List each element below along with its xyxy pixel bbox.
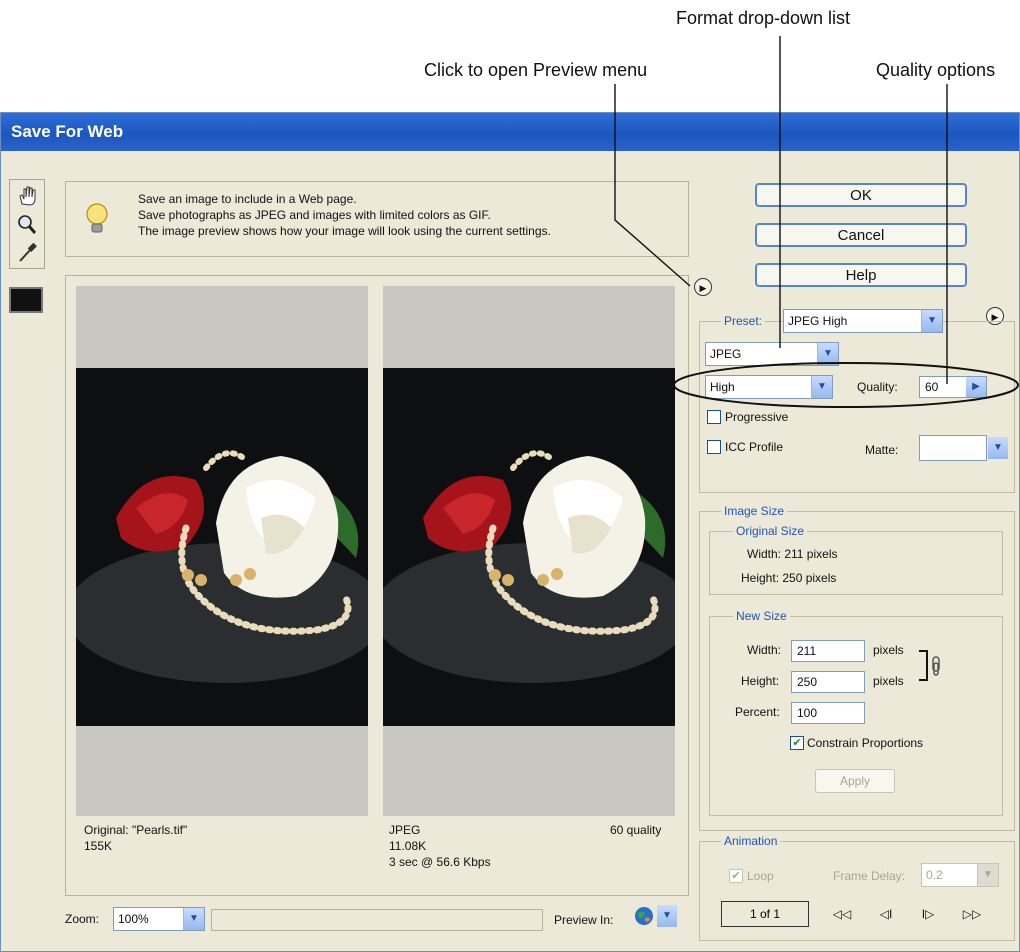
eyedropper-color-swatch[interactable] bbox=[9, 287, 43, 313]
new-size-title: New Size bbox=[733, 609, 790, 623]
quality-slider-arrow-icon[interactable]: ▶ bbox=[966, 377, 986, 397]
original-filename: Original: "Pearls.tif" bbox=[84, 823, 188, 837]
optimized-format: JPEG bbox=[389, 823, 421, 837]
compression-quality-select[interactable]: High ▼ bbox=[705, 375, 833, 399]
format-select[interactable]: JPEG ▼ bbox=[705, 342, 839, 366]
percent-input[interactable]: 100 bbox=[791, 702, 865, 724]
tip-line: Save an image to include in a Web page. bbox=[138, 192, 357, 206]
window-title: Save For Web bbox=[1, 113, 1019, 151]
original-filesize: 155K bbox=[84, 839, 113, 853]
zoom-label: Zoom: bbox=[65, 912, 100, 926]
loop-label: Loop bbox=[747, 869, 774, 883]
optimized-preview-pane[interactable] bbox=[383, 286, 675, 816]
frame-counter: 1 of 1 bbox=[721, 901, 809, 927]
tip-text: Save an image to include in a Web page. … bbox=[138, 191, 551, 239]
loop-checkbox[interactable]: ✔ bbox=[729, 869, 743, 883]
chevron-down-icon: ▼ bbox=[817, 343, 838, 365]
quality-label: Quality: bbox=[857, 380, 898, 394]
constrain-proportions-label: Constrain Proportions bbox=[807, 736, 924, 750]
preset-select[interactable]: JPEG High ▼ bbox=[783, 309, 943, 333]
preview-in-label: Preview In: bbox=[554, 913, 614, 927]
original-height: Height: 250 pixels bbox=[741, 571, 837, 585]
cancel-button[interactable]: Cancel bbox=[755, 223, 967, 247]
chevron-down-icon: ▼ bbox=[811, 376, 832, 398]
callout-quality-options: Quality options bbox=[876, 60, 996, 80]
percent-label: Percent: bbox=[735, 705, 780, 719]
height-input[interactable]: 250 bbox=[791, 671, 865, 693]
first-frame-button[interactable]: ◁◁ bbox=[827, 903, 857, 925]
previous-frame-button[interactable]: ◁I bbox=[871, 903, 901, 925]
last-frame-button[interactable]: ▷▷ bbox=[957, 903, 987, 925]
progressive-checkbox[interactable] bbox=[707, 410, 721, 424]
lightbulb-icon bbox=[84, 202, 110, 241]
matte-label: Matte: bbox=[865, 443, 899, 457]
optimized-info: JPEG 11.08K 3 sec @ 56.6 Kbps bbox=[389, 822, 491, 870]
tip-box: Save an image to include in a Web page. … bbox=[65, 181, 689, 257]
constrain-proportions-checkbox[interactable]: ✔ bbox=[790, 736, 804, 750]
chevron-down-icon: ▼ bbox=[977, 864, 998, 886]
tip-line: Save photographs as JPEG and images with… bbox=[138, 208, 491, 222]
quality-value: 60 bbox=[925, 380, 939, 394]
matte-select[interactable] bbox=[919, 435, 987, 461]
browser-globe-icon[interactable] bbox=[633, 905, 655, 927]
preset-value: JPEG High bbox=[788, 314, 848, 328]
optimized-download-time: 3 sec @ 56.6 Kbps bbox=[389, 855, 491, 869]
original-preview-pane[interactable] bbox=[76, 286, 368, 816]
save-for-web-dialog: Save For Web Save an image to include in… bbox=[0, 112, 1020, 952]
tip-line: The image preview shows how your image w… bbox=[138, 224, 551, 238]
frame-delay-value: 0.2 bbox=[926, 868, 943, 882]
chevron-down-icon: ▼ bbox=[183, 908, 204, 930]
width-input[interactable]: 211 bbox=[791, 640, 865, 662]
original-image bbox=[76, 368, 368, 726]
next-frame-button[interactable]: I▷ bbox=[913, 903, 943, 925]
preview-menu-arrow-icon[interactable]: ▶ bbox=[694, 278, 712, 296]
width-label: Width: bbox=[747, 643, 782, 657]
link-chain-icon bbox=[917, 649, 943, 683]
apply-button[interactable]: Apply bbox=[815, 769, 895, 793]
icc-profile-checkbox[interactable] bbox=[707, 440, 721, 454]
icc-profile-label: ICC Profile bbox=[725, 440, 784, 454]
optimized-image bbox=[383, 368, 675, 726]
preview-browser-dropdown-icon[interactable]: ▼ bbox=[657, 905, 677, 927]
image-size-title: Image Size bbox=[721, 504, 788, 518]
optimized-quality-info: 60 quality bbox=[610, 823, 662, 837]
tool-palette bbox=[9, 179, 45, 269]
frame-delay-label: Frame Delay: bbox=[833, 869, 906, 883]
original-size-group bbox=[709, 531, 1003, 595]
matte-dropdown-icon[interactable]: ▼ bbox=[988, 437, 1008, 459]
status-bar bbox=[211, 909, 543, 931]
width-unit: pixels bbox=[873, 643, 904, 657]
height-label: Height: bbox=[741, 674, 780, 688]
animation-title: Animation bbox=[721, 834, 781, 848]
callout-format-dropdown: Format drop-down list bbox=[676, 8, 851, 28]
compression-value: High bbox=[710, 380, 735, 394]
height-unit: pixels bbox=[873, 674, 904, 688]
zoom-select[interactable]: 100% ▼ bbox=[113, 907, 205, 931]
zoom-value: 100% bbox=[118, 912, 149, 926]
original-info: Original: "Pearls.tif" 155K bbox=[84, 822, 187, 854]
optimized-filesize: 11.08K bbox=[389, 839, 427, 853]
chevron-down-icon: ▼ bbox=[921, 310, 942, 332]
progressive-label: Progressive bbox=[725, 410, 789, 424]
quality-input[interactable]: 60 ▶ bbox=[919, 376, 987, 398]
ok-button[interactable]: OK bbox=[755, 183, 967, 207]
help-button[interactable]: Help bbox=[755, 263, 967, 287]
format-value: JPEG bbox=[710, 347, 742, 361]
eyedropper-tool-icon[interactable] bbox=[14, 240, 40, 264]
original-size-title: Original Size bbox=[733, 524, 808, 538]
hand-tool-icon[interactable] bbox=[14, 184, 40, 208]
zoom-tool-icon[interactable] bbox=[14, 212, 40, 236]
preview-area: Original: "Pearls.tif" 155K JPEG 11.08K … bbox=[65, 275, 689, 896]
preset-label: Preset: bbox=[721, 314, 766, 328]
callout-preview-menu: Click to open Preview menu bbox=[424, 60, 648, 80]
original-width: Width: 211 pixels bbox=[747, 547, 838, 561]
frame-delay-select[interactable]: 0.2 ▼ bbox=[921, 863, 999, 887]
